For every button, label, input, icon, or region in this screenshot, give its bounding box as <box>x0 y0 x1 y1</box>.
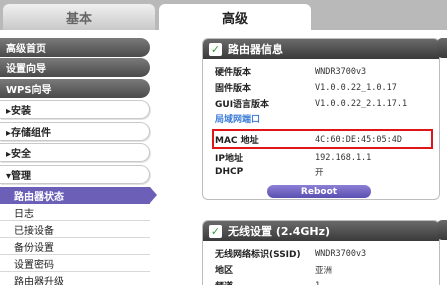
sidebar-subitem-logs[interactable]: 日志 <box>0 204 150 221</box>
check-icon: ✓ <box>209 42 222 56</box>
sidebar-item-setup-wizard[interactable]: 设置向导 <box>0 58 150 77</box>
mac-address-label: MAC 地址 <box>215 136 259 146</box>
router-info-panel: ✓ 路由器信息 硬件版本 WNDR3700v3 固件版本 V1.0.0.22_1… <box>202 38 440 200</box>
adjacent-panel-edge <box>437 38 447 58</box>
sidebar-subitem-router-status[interactable]: 路由器状态 <box>0 187 150 204</box>
sidebar-item-advanced-home[interactable]: 高级首页 <box>0 38 150 57</box>
ssid-label: 无线网络标识(SSID) <box>215 250 301 260</box>
reboot-button[interactable]: Reboot <box>267 185 371 198</box>
sidebar-subitem-router-upgrade[interactable]: 路由器升级 <box>0 272 150 285</box>
sidebar-item-security[interactable]: ▸安全 <box>0 143 150 162</box>
gui-language-version-row: GUI语言版本 V1.0.0.22_2.1.17.1 <box>215 96 437 111</box>
gui-language-version-value: V1.0.0.22_2.1.17.1 <box>315 98 408 109</box>
dhcp-value: 开 <box>315 167 324 178</box>
wireless-settings-header: ✓ 无线设置 (2.4GHz) <box>203 221 439 241</box>
wireless-settings-panel: ✓ 无线设置 (2.4GHz) 无线网络标识(SSID) WNDR3700v3 … <box>202 220 440 285</box>
dhcp-label: DHCP <box>215 166 244 177</box>
router-info-header: ✓ 路由器信息 <box>203 39 439 59</box>
channel-label: 频道 <box>215 279 315 285</box>
hardware-version-value: WNDR3700v3 <box>315 66 367 77</box>
firmware-version-value: V1.0.0.22_1.0.17 <box>315 82 397 93</box>
ssid-value: WNDR3700v3 <box>315 248 367 259</box>
sidebar-item-setup[interactable]: ▸安装 <box>0 100 150 119</box>
sidebar: 高级首页 设置向导 WPS向导 ▸安装 ▸存储组件 ▸安全 ▾管理 路由器状态 … <box>0 30 157 285</box>
active-item-arrow <box>150 187 157 203</box>
channel-row: 频道 1 <box>215 278 437 285</box>
hardware-version-row: 硬件版本 WNDR3700v3 <box>215 64 437 79</box>
region-value: 亚洲 <box>315 265 333 276</box>
ssid-row: 无线网络标识(SSID) WNDR3700v3 <box>215 246 437 261</box>
top-tab-bar: 基本 高级 <box>0 0 447 30</box>
channel-value: 1 <box>315 281 320 285</box>
sidebar-subitem-set-password[interactable]: 设置密码 <box>0 255 150 272</box>
gui-language-version-label: GUI语言版本 <box>215 100 270 110</box>
adjacent-panel-edge <box>437 220 447 240</box>
dhcp-row: DHCP 开 <box>215 164 437 179</box>
sidebar-subitem-attached-devices[interactable]: 已接设备 <box>0 221 150 238</box>
firmware-version-row: 固件版本 V1.0.0.22_1.0.17 <box>215 80 437 95</box>
sidebar-item-usb-storage[interactable]: ▸存储组件 <box>0 122 150 141</box>
sidebar-subitem-backup-settings[interactable]: 备份设置 <box>0 238 150 255</box>
ip-address-label: IP地址 <box>215 154 243 164</box>
sidebar-item-wps-wizard[interactable]: WPS向导 <box>0 79 150 98</box>
lan-port-row: 局域网端口 <box>215 111 437 126</box>
tab-advanced[interactable]: 高级 <box>159 4 311 30</box>
tab-basic[interactable]: 基本 <box>3 4 155 30</box>
lan-port-heading: 局域网端口 <box>215 115 261 125</box>
region-row: 地区 亚洲 <box>215 262 437 277</box>
firmware-version-label: 固件版本 <box>215 84 252 94</box>
sidebar-item-administration[interactable]: ▾管理 <box>0 165 150 184</box>
check-icon: ✓ <box>209 224 222 238</box>
mac-address-value: 4C:60:DE:45:05:4D <box>315 134 402 145</box>
hardware-version-label: 硬件版本 <box>215 68 252 78</box>
wireless-settings-title: 无线设置 (2.4GHz) <box>228 225 331 238</box>
region-label: 地区 <box>215 266 234 276</box>
ip-address-row: IP地址 192.168.1.1 <box>215 150 437 165</box>
main-content: ✓ 路由器信息 硬件版本 WNDR3700v3 固件版本 V1.0.0.22_1… <box>157 30 447 285</box>
ip-address-value: 192.168.1.1 <box>315 152 372 163</box>
mac-address-row: MAC 地址 4C:60:DE:45:05:4D <box>215 132 437 147</box>
router-info-title: 路由器信息 <box>228 43 283 56</box>
